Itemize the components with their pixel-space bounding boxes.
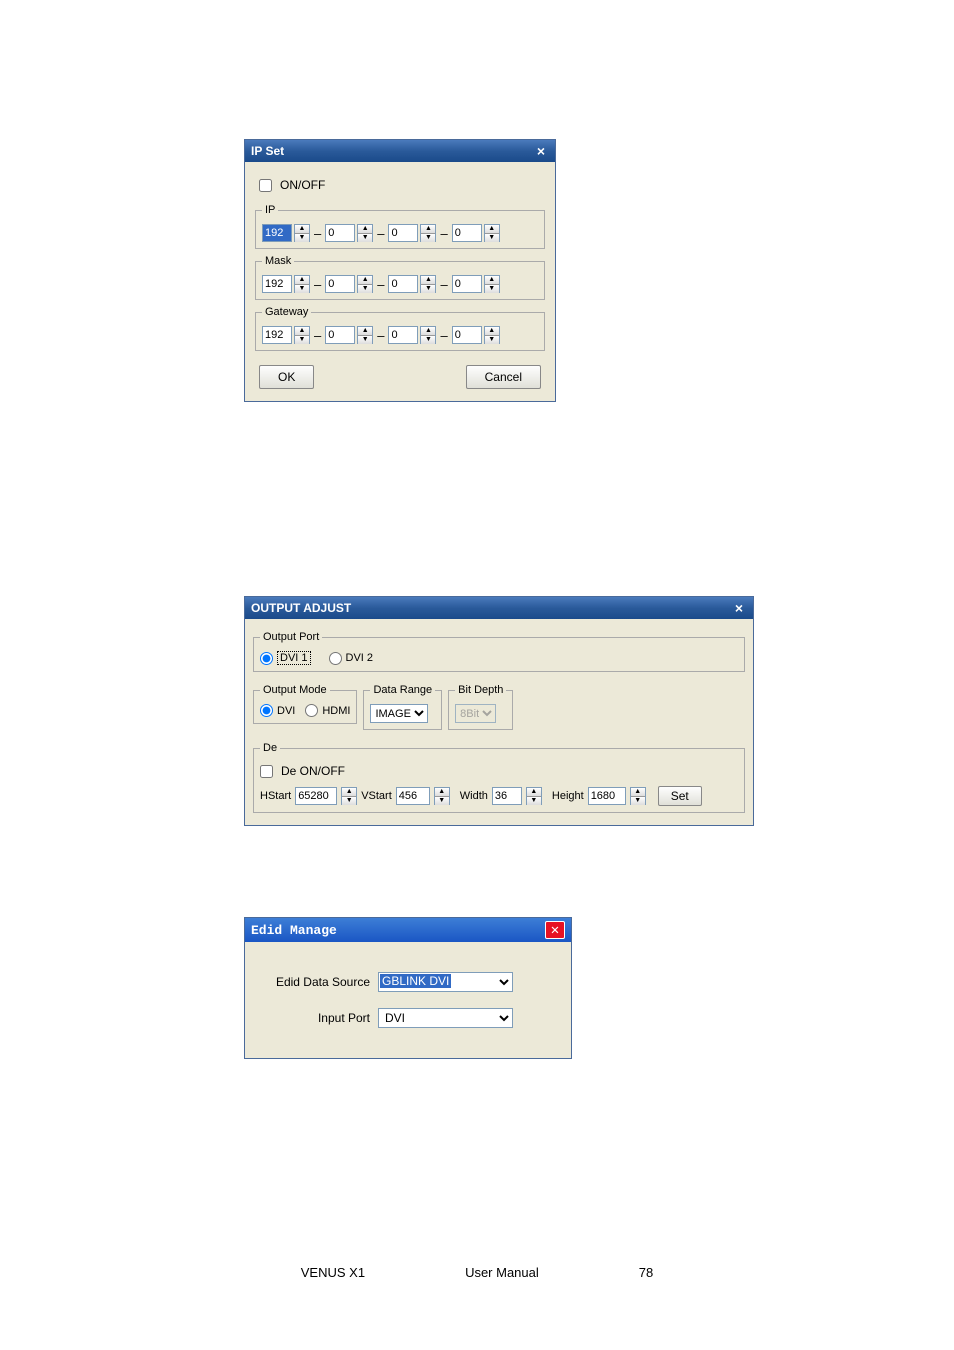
edid-port-select[interactable]: DVI xyxy=(378,1008,513,1028)
output-title: OUTPUT ADJUST xyxy=(251,601,351,615)
height-input[interactable] xyxy=(588,787,626,805)
spinner-icon[interactable]: ▲▼ xyxy=(484,275,500,293)
spinner-icon[interactable]: ▲▼ xyxy=(526,787,542,805)
gw-octet-2[interactable] xyxy=(325,326,355,344)
spinner-icon[interactable]: ▲▼ xyxy=(484,224,500,242)
cancel-button[interactable]: Cancel xyxy=(466,365,541,389)
footer-doc: User Manual xyxy=(465,1265,539,1280)
onoff-checkbox[interactable] xyxy=(259,179,272,192)
height-label: Height xyxy=(552,790,584,802)
mask-octet-4[interactable] xyxy=(452,275,482,293)
spinner-icon[interactable]: ▲▼ xyxy=(484,326,500,344)
set-button[interactable]: Set xyxy=(658,786,702,806)
ok-button[interactable]: OK xyxy=(259,365,314,389)
spinner-icon[interactable]: ▲▼ xyxy=(294,224,310,242)
hdmi-radio[interactable] xyxy=(305,704,318,717)
spinner-icon[interactable]: ▲▼ xyxy=(630,787,646,805)
spinner-icon[interactable]: ▲▼ xyxy=(420,224,436,242)
spinner-icon[interactable]: ▲▼ xyxy=(420,326,436,344)
ip-group: IP ▲▼ – ▲▼ – ▲▼ – ▲▼ xyxy=(255,204,545,249)
hstart-label: HStart xyxy=(260,790,291,802)
spinner-icon[interactable]: ▲▼ xyxy=(357,326,373,344)
mask-legend: Mask xyxy=(262,255,294,267)
dvi-radio[interactable] xyxy=(260,704,273,717)
gateway-legend: Gateway xyxy=(262,306,311,318)
spinner-icon[interactable]: ▲▼ xyxy=(420,275,436,293)
output-adjust-dialog: OUTPUT ADJUST × Output Port DVI 1 DVI 2 … xyxy=(244,596,754,826)
gateway-group: Gateway ▲▼ – ▲▼ – ▲▼ – ▲▼ xyxy=(255,306,545,351)
spinner-icon[interactable]: ▲▼ xyxy=(341,787,357,805)
output-mode-group: Output Mode DVI HDMI xyxy=(253,684,357,724)
dvi2-radio[interactable] xyxy=(329,652,342,665)
output-port-legend: Output Port xyxy=(260,631,322,643)
mask-octet-3[interactable] xyxy=(388,275,418,293)
edid-titlebar: Edid Manage ✕ xyxy=(245,918,571,942)
ip-set-title: IP Set xyxy=(251,144,284,158)
ip-set-dialog: IP Set × ON/OFF IP ▲▼ – ▲▼ – ▲▼ – ▲▼ xyxy=(244,139,556,402)
width-input[interactable] xyxy=(492,787,522,805)
ip-octet-2[interactable] xyxy=(325,224,355,242)
de-group: De De ON/OFF HStart ▲▼ VStart ▲▼ Width ▲… xyxy=(253,742,745,813)
width-label: Width xyxy=(460,790,488,802)
close-icon[interactable]: ✕ xyxy=(545,921,565,939)
ip-set-titlebar: IP Set × xyxy=(245,140,555,162)
mask-group: Mask ▲▼ – ▲▼ – ▲▼ – ▲▼ xyxy=(255,255,545,300)
vstart-label: VStart xyxy=(361,790,392,802)
dvi1-radio[interactable] xyxy=(260,652,273,665)
hdmi-radio-label[interactable]: HDMI xyxy=(305,704,350,717)
dvi2-radio-label[interactable]: DVI 2 xyxy=(329,652,374,665)
spinner-icon[interactable]: ▲▼ xyxy=(294,275,310,293)
spinner-icon[interactable]: ▲▼ xyxy=(357,275,373,293)
close-icon[interactable]: × xyxy=(533,143,549,159)
edid-source-select[interactable] xyxy=(378,972,513,992)
mask-octet-1[interactable] xyxy=(262,275,292,293)
spinner-icon[interactable]: ▲▼ xyxy=(434,787,450,805)
output-titlebar: OUTPUT ADJUST × xyxy=(245,597,753,619)
dvi-radio-label[interactable]: DVI xyxy=(260,704,295,717)
onoff-label: ON/OFF xyxy=(280,178,325,192)
bit-depth-legend: Bit Depth xyxy=(455,684,506,696)
gw-octet-4[interactable] xyxy=(452,326,482,344)
vstart-input[interactable] xyxy=(396,787,430,805)
bit-depth-group: Bit Depth 8Bit xyxy=(448,684,513,730)
footer-product: VENUS X1 xyxy=(301,1265,365,1280)
bit-depth-select: 8Bit xyxy=(455,704,496,723)
output-mode-legend: Output Mode xyxy=(260,684,330,696)
hstart-input[interactable] xyxy=(295,787,337,805)
ip-octet-4[interactable] xyxy=(452,224,482,242)
ip-legend: IP xyxy=(262,204,278,216)
edid-manage-dialog: Edid Manage ✕ Edid Data Source GBLINK DV… xyxy=(244,917,572,1059)
edid-port-label: Input Port xyxy=(265,1011,370,1025)
de-onoff-checkbox[interactable] xyxy=(260,765,273,778)
spinner-icon[interactable]: ▲▼ xyxy=(357,224,373,242)
data-range-select[interactable]: IMAGE xyxy=(370,704,428,723)
edid-source-label: Edid Data Source xyxy=(265,975,370,989)
page-footer: VENUS X1 User Manual 78 xyxy=(0,1265,954,1280)
de-legend: De xyxy=(260,742,280,754)
gw-octet-3[interactable] xyxy=(388,326,418,344)
footer-page: 78 xyxy=(639,1265,653,1280)
close-icon[interactable]: × xyxy=(731,600,747,616)
output-port-group: Output Port DVI 1 DVI 2 xyxy=(253,631,745,672)
onoff-row: ON/OFF xyxy=(255,172,545,198)
spinner-icon[interactable]: ▲▼ xyxy=(294,326,310,344)
de-onoff-label: De ON/OFF xyxy=(281,764,345,778)
mask-octet-2[interactable] xyxy=(325,275,355,293)
data-range-legend: Data Range xyxy=(370,684,435,696)
data-range-group: Data Range IMAGE xyxy=(363,684,442,730)
gw-octet-1[interactable] xyxy=(262,326,292,344)
ip-octet-1[interactable] xyxy=(262,224,292,242)
dvi1-radio-label[interactable]: DVI 1 xyxy=(260,651,311,665)
edid-title: Edid Manage xyxy=(251,923,337,938)
ip-octet-3[interactable] xyxy=(388,224,418,242)
